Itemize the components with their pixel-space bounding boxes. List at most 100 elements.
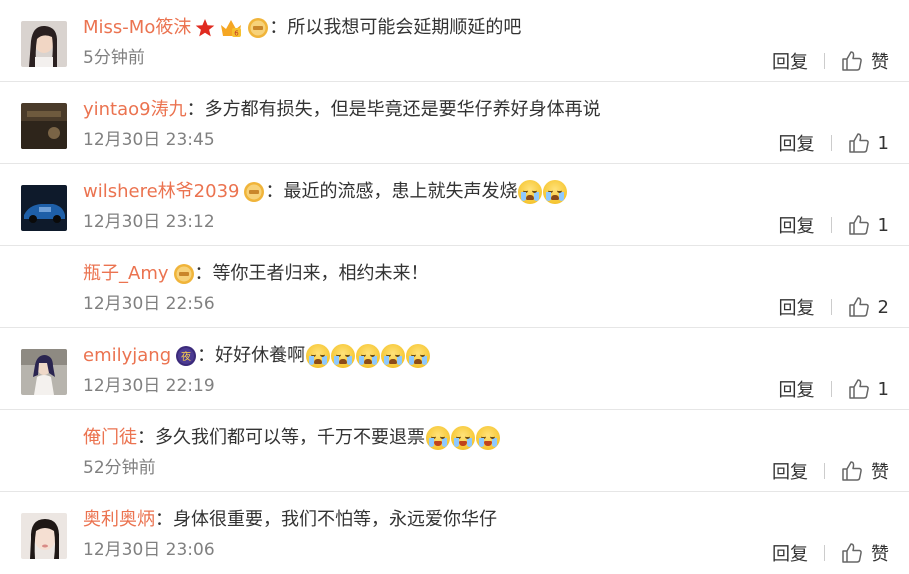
timestamp: 52分钟前 — [83, 458, 156, 478]
comment-line: Miss-Mo筱沫 6 ： 所以我想可能会延期顺延的吧 — [83, 14, 889, 42]
username-link[interactable]: Miss-Mo筱沫 — [83, 14, 191, 42]
crying-emoji-icon — [543, 180, 568, 204]
like-button[interactable]: 赞 — [871, 458, 889, 484]
crying-emoji-icon — [518, 180, 543, 204]
timestamp: 12月30日 22:19 — [83, 376, 215, 396]
comment-text: 多方都有损失，但是毕竟还是要华仔养好身体再说 — [204, 99, 601, 120]
comment-actions: 回复 赞 — [772, 457, 889, 485]
comment-item: yintao9涛九 ： 多方都有损失，但是毕竟还是要华仔养好身体再说 12月30… — [0, 82, 909, 164]
reply-button[interactable]: 回复 — [772, 540, 808, 566]
timestamp: 12月30日 23:06 — [83, 540, 215, 560]
avatar[interactable] — [21, 513, 67, 559]
crying-emoji-icon — [381, 344, 406, 368]
timestamp: 5分钟前 — [83, 48, 145, 68]
crying-emoji-icon — [306, 344, 331, 368]
timestamp: 12月30日 22:56 — [83, 294, 215, 314]
separator: ： — [155, 509, 173, 530]
comment-item: wilshere林爷2039 ： 最近的流感，患上就失声发烧 12月30日 23… — [0, 164, 909, 246]
thumbs-up-icon[interactable] — [841, 460, 863, 482]
comment-text: 身体很重要，我们不怕等，永远爱你华仔 — [173, 509, 497, 530]
username-link[interactable]: 瓶子_Amy — [83, 260, 169, 288]
action-divider — [824, 53, 825, 69]
reply-button[interactable]: 回复 — [779, 376, 815, 402]
comment-line: emilyjang 夜 ： 好好休養啊 — [83, 342, 889, 370]
thumbs-up-icon[interactable] — [848, 132, 870, 154]
comment-list: Miss-Mo筱沫 6 ： 所以我想可能会延期顺延的吧 5分钟前 回复 赞 yi… — [0, 0, 909, 574]
action-divider — [824, 545, 825, 561]
thumbs-up-icon[interactable] — [841, 542, 863, 564]
thumbs-up-icon[interactable] — [848, 378, 870, 400]
comment-line: 俺门徒 ： 多久我们都可以等，千万不要退票 — [83, 424, 889, 452]
avatar[interactable] — [21, 349, 67, 395]
comment-line: yintao9涛九 ： 多方都有损失，但是毕竟还是要华仔养好身体再说 — [83, 96, 889, 124]
comment-line: 瓶子_Amy ： 等你王者归来，相约未来！ — [83, 260, 889, 288]
username-link[interactable]: yintao9涛九 — [83, 96, 187, 124]
reply-button[interactable]: 回复 — [779, 212, 815, 238]
comment-line: wilshere林爷2039 ： 最近的流感，患上就失声发烧 — [83, 178, 889, 206]
thumbs-up-icon[interactable] — [841, 50, 863, 72]
username-link[interactable]: 奥利奥炳 — [83, 506, 155, 534]
comment-text: 所以我想可能会延期顺延的吧 — [287, 17, 522, 38]
gold-fan-badge-icon[interactable] — [247, 17, 269, 39]
gold-fan-badge-icon[interactable] — [173, 263, 195, 285]
comment-actions: 回复 赞 — [772, 539, 889, 567]
comment-text: 多久我们都可以等，千万不要退票 — [155, 427, 425, 448]
comment-item: 奥利奥炳 ： 身体很重要，我们不怕等，永远爱你华仔 12月30日 23:06 回… — [0, 492, 909, 574]
action-divider — [824, 463, 825, 479]
crying-emoji-icon — [406, 344, 431, 368]
timestamp: 12月30日 23:12 — [83, 212, 215, 232]
comment-line: 奥利奥炳 ： 身体很重要，我们不怕等，永远爱你华仔 — [83, 506, 889, 534]
separator: ： — [265, 181, 284, 202]
comment-actions: 回复 1 — [779, 375, 889, 403]
night-badge-icon[interactable]: 夜 — [175, 345, 197, 367]
comment-text: 好好休養啊 — [215, 345, 306, 366]
action-divider — [830, 299, 832, 315]
reply-button[interactable]: 回复 — [772, 48, 808, 74]
reply-button[interactable]: 回复 — [779, 130, 815, 156]
separator: ： — [269, 17, 288, 38]
comment-item: Miss-Mo筱沫 6 ： 所以我想可能会延期顺延的吧 5分钟前 回复 赞 — [0, 0, 909, 82]
crown-vip-badge-icon[interactable]: 6 — [219, 17, 243, 39]
star-badge-icon[interactable] — [195, 18, 215, 38]
separator: ： — [197, 345, 216, 366]
like-button[interactable]: 赞 — [871, 540, 889, 566]
reply-button[interactable]: 回复 — [772, 458, 808, 484]
comment-actions: 回复 赞 — [772, 47, 889, 75]
comment-item: 瓶子_Amy ： 等你王者归来，相约未来！ 12月30日 22:56 回复 2 — [0, 246, 909, 328]
comment-actions: 回复 2 — [779, 293, 889, 321]
username-link[interactable]: 俺门徒 — [83, 424, 137, 452]
action-divider — [830, 135, 832, 151]
svg-text:6: 6 — [235, 30, 240, 38]
action-divider — [830, 217, 832, 233]
like-count[interactable]: 1 — [878, 215, 889, 236]
separator: ： — [186, 99, 205, 120]
timestamp: 12月30日 23:45 — [83, 130, 215, 150]
comment-text: 最近的流感，患上就失声发烧 — [283, 181, 518, 202]
reply-button[interactable]: 回复 — [779, 294, 815, 320]
comment-actions: 回复 1 — [779, 211, 889, 239]
like-count[interactable]: 2 — [878, 297, 889, 318]
username-link[interactable]: wilshere林爷2039 — [83, 178, 239, 206]
like-button[interactable]: 赞 — [871, 48, 889, 74]
thumbs-up-icon[interactable] — [848, 214, 870, 236]
avatar[interactable] — [21, 21, 67, 67]
gold-fan-badge-icon[interactable] — [243, 181, 265, 203]
svg-text:夜: 夜 — [181, 350, 191, 363]
avatar[interactable] — [21, 185, 67, 231]
tears-of-joy-emoji-icon — [426, 426, 450, 450]
avatar[interactable] — [21, 103, 67, 149]
like-count[interactable]: 1 — [878, 133, 889, 154]
tears-of-joy-emoji-icon — [451, 426, 475, 450]
comment-actions: 回复 1 — [779, 129, 889, 157]
separator: ： — [194, 263, 213, 284]
separator: ： — [137, 427, 155, 448]
crying-emoji-icon — [356, 344, 381, 368]
like-count[interactable]: 1 — [878, 379, 889, 400]
comment-text: 等你王者归来，相约未来！ — [212, 263, 429, 284]
comment-item: 俺门徒 ： 多久我们都可以等，千万不要退票 52分钟前 回复 赞 — [0, 410, 909, 492]
crying-emoji-icon — [331, 344, 356, 368]
action-divider — [830, 381, 832, 397]
thumbs-up-icon[interactable] — [848, 296, 870, 318]
username-link[interactable]: emilyjang — [83, 342, 171, 370]
comment-item: emilyjang 夜 ： 好好休養啊 12月30日 22:19 回复 1 — [0, 328, 909, 410]
